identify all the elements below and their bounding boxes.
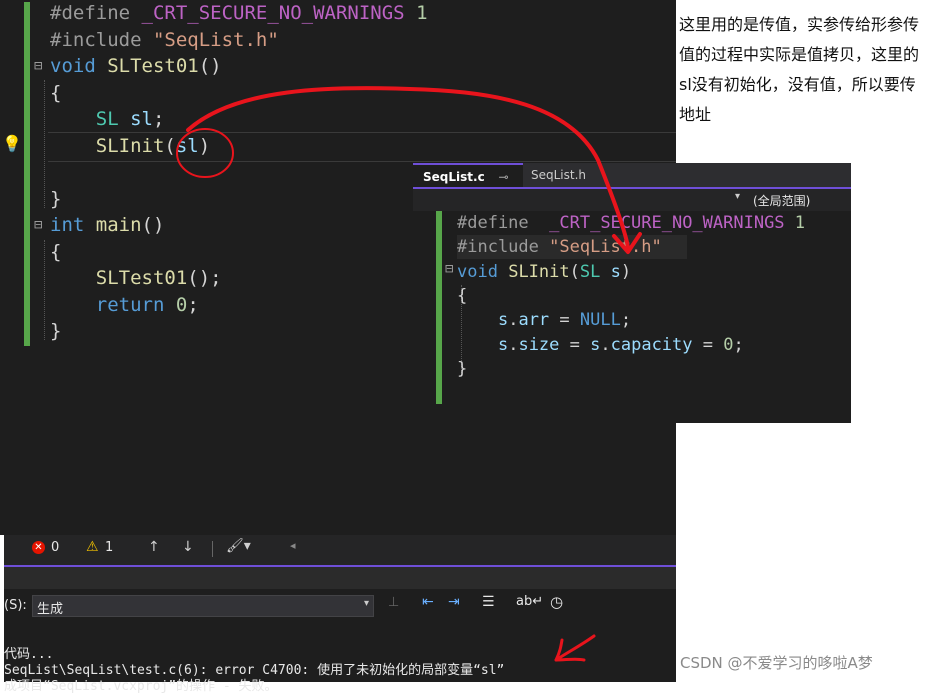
annotation-circle [176, 128, 234, 178]
annotation-arrow-curve [186, 86, 630, 250]
annotation-overlay [176, 86, 642, 662]
error-pointer-arrow [554, 634, 596, 662]
